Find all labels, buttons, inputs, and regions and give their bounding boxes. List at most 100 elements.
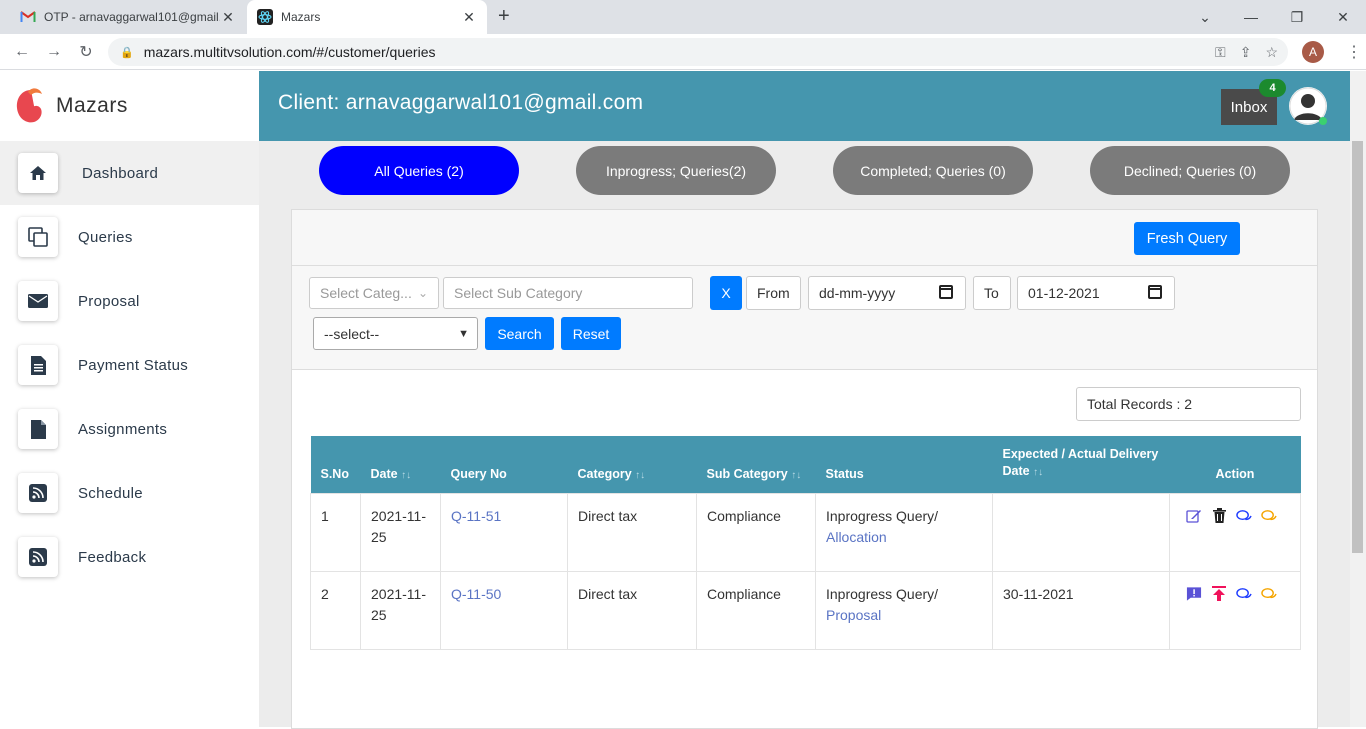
- tab-inprogress-queries[interactable]: Inprogress; Queries(2): [576, 146, 776, 195]
- th-delivery-date[interactable]: Expected / Actual Delivery Date ↑↓: [993, 436, 1170, 493]
- clear-category-button[interactable]: X: [710, 276, 742, 310]
- minimize-icon[interactable]: —: [1228, 0, 1274, 34]
- th-date[interactable]: Date ↑↓: [361, 436, 441, 493]
- to-date-input[interactable]: 01-12-2021: [1017, 276, 1175, 310]
- category-select[interactable]: Select Categ... ⌄: [309, 277, 439, 309]
- cell-delivery-date: 30-11-2021: [992, 570, 1170, 650]
- trash-icon[interactable]: [1211, 508, 1227, 524]
- th-sub-category[interactable]: Sub Category ↑↓: [697, 436, 816, 493]
- sidebar-item-payment-status[interactable]: Payment Status: [0, 333, 259, 397]
- online-status-dot: [1319, 117, 1327, 125]
- cell-sub-category: Compliance: [696, 492, 816, 572]
- brand[interactable]: Mazars: [0, 71, 259, 141]
- sidebar-item-label: Dashboard: [82, 164, 159, 182]
- calendar-icon[interactable]: [1148, 285, 1162, 299]
- status-link[interactable]: Allocation: [826, 529, 887, 545]
- sidebar-item-proposal[interactable]: Proposal: [0, 269, 259, 333]
- chat-icon[interactable]: [1236, 586, 1252, 602]
- sidebar-item-dashboard[interactable]: Dashboard: [0, 141, 259, 205]
- tab-declined-queries[interactable]: Declined; Queries (0): [1090, 146, 1290, 195]
- mazars-logo-icon: [16, 88, 42, 123]
- edit-icon[interactable]: [1186, 508, 1202, 524]
- browser-tab-title: Mazars: [281, 10, 321, 24]
- key-icon[interactable]: ⚿: [1215, 44, 1226, 61]
- query-link[interactable]: Q-11-50: [451, 586, 501, 602]
- restore-icon[interactable]: ❐: [1274, 0, 1320, 34]
- chat-icon[interactable]: [1236, 508, 1252, 524]
- sidebar-item-label: Assignments: [78, 420, 168, 438]
- forward-icon[interactable]: →: [38, 43, 70, 61]
- sidebar-item-assignments[interactable]: Assignments: [0, 397, 259, 461]
- profile-avatar[interactable]: A: [1302, 41, 1324, 63]
- sidebar-item-label: Payment Status: [78, 356, 189, 374]
- close-icon[interactable]: ✕: [220, 9, 236, 26]
- rss-icon: [18, 537, 58, 577]
- new-tab-icon[interactable]: +: [498, 5, 510, 28]
- from-date-value: dd-mm-yyyy: [819, 285, 896, 301]
- star-icon[interactable]: ☆: [1265, 44, 1278, 61]
- browser-tab-strip: OTP - arnavaggarwal101@gmail.c ✕ Mazars …: [0, 0, 1366, 34]
- browser-tab-otp[interactable]: OTP - arnavaggarwal101@gmail.c ✕: [10, 0, 246, 34]
- table-row: 1 2021-11- 25 Q-11-51 Direct tax Complian…: [310, 492, 1301, 572]
- upload-icon[interactable]: [1211, 586, 1227, 602]
- home-icon: [18, 153, 58, 193]
- share-icon[interactable]: ⇪: [1240, 44, 1252, 61]
- from-date-input[interactable]: dd-mm-yyyy: [808, 276, 966, 310]
- sort-icon: ↑↓: [635, 469, 646, 481]
- sort-icon: ↑↓: [1033, 466, 1044, 478]
- th-status: Status: [825, 466, 864, 481]
- chevron-down-icon[interactable]: ⌄: [1182, 0, 1228, 34]
- close-icon[interactable]: ✕: [461, 9, 477, 26]
- client-title: Client: arnavaggarwal101@gmail.com: [278, 91, 644, 114]
- sort-icon: ↑↓: [791, 469, 802, 481]
- th-category[interactable]: Category ↑↓: [568, 436, 697, 493]
- cell-status: Inprogress Query/Proposal: [815, 570, 993, 650]
- search-button[interactable]: Search: [485, 317, 554, 350]
- vertical-scrollbar[interactable]: [1350, 71, 1366, 727]
- url-bar[interactable]: 🔒 mazars.multitvsolution.com/#/customer/…: [108, 38, 1288, 66]
- cell-category: Direct tax: [567, 570, 697, 650]
- sidebar-item-queries[interactable]: Queries: [0, 205, 259, 269]
- reload-icon[interactable]: ↻: [70, 42, 102, 62]
- subcategory-input[interactable]: Select Sub Category: [443, 277, 693, 309]
- tab-completed-queries[interactable]: Completed; Queries (0): [833, 146, 1033, 195]
- browser-tab-mazars[interactable]: Mazars ✕: [247, 0, 487, 34]
- file-text-icon: [18, 345, 58, 385]
- file-icon: [18, 409, 58, 449]
- fresh-query-button[interactable]: Fresh Query: [1134, 222, 1240, 255]
- to-label: To: [973, 276, 1011, 310]
- feedback-alert-icon[interactable]: [1186, 586, 1202, 602]
- status-select[interactable]: --select-- ▼: [313, 317, 478, 350]
- query-link[interactable]: Q-11-51: [451, 508, 501, 524]
- tab-all-queries[interactable]: All Queries (2): [319, 146, 519, 195]
- close-window-icon[interactable]: ✕: [1320, 0, 1366, 34]
- sidebar-item-schedule[interactable]: Schedule: [0, 461, 259, 525]
- cell-query-no: Q-11-51: [440, 492, 568, 572]
- copy-icon: [18, 217, 58, 257]
- chevron-down-icon: ⌄: [417, 286, 428, 300]
- cell-sno: 2: [310, 570, 361, 650]
- cell-category: Direct tax: [567, 492, 697, 572]
- browser-tab-title: OTP - arnavaggarwal101@gmail.c: [44, 10, 220, 24]
- more-menu-icon[interactable]: ⋮: [1346, 42, 1362, 62]
- app-root: Mazars Dashboard Queries Proposal Paymen…: [0, 71, 1366, 729]
- status-link[interactable]: Proposal: [826, 607, 881, 623]
- address-bar-row: ← → ↻ 🔒 mazars.multitvsolution.com/#/cus…: [0, 34, 1366, 70]
- to-date-value: 01-12-2021: [1028, 285, 1100, 301]
- table-row: 2 2021-11- 25 Q-11-50 Direct tax Complian…: [310, 570, 1301, 650]
- calendar-icon[interactable]: [939, 285, 953, 299]
- reset-button[interactable]: Reset: [561, 317, 621, 350]
- queries-card: Fresh Query Select Categ... ⌄ Select Sub…: [291, 209, 1318, 729]
- cell-date: 2021-11- 25: [360, 492, 441, 572]
- sidebar-item-feedback[interactable]: Feedback: [0, 525, 259, 589]
- sort-icon: ↑↓: [401, 469, 412, 481]
- th-query-no: Query No: [450, 466, 507, 481]
- main-content: All Queries (2) Inprogress; Queries(2) C…: [259, 141, 1350, 729]
- message-icon[interactable]: [1261, 508, 1277, 524]
- react-icon: [257, 9, 273, 25]
- cell-actions: [1169, 570, 1301, 650]
- cell-actions: [1169, 492, 1301, 572]
- message-icon[interactable]: [1261, 586, 1277, 602]
- back-icon[interactable]: ←: [6, 43, 38, 61]
- scrollbar-thumb[interactable]: [1352, 141, 1363, 553]
